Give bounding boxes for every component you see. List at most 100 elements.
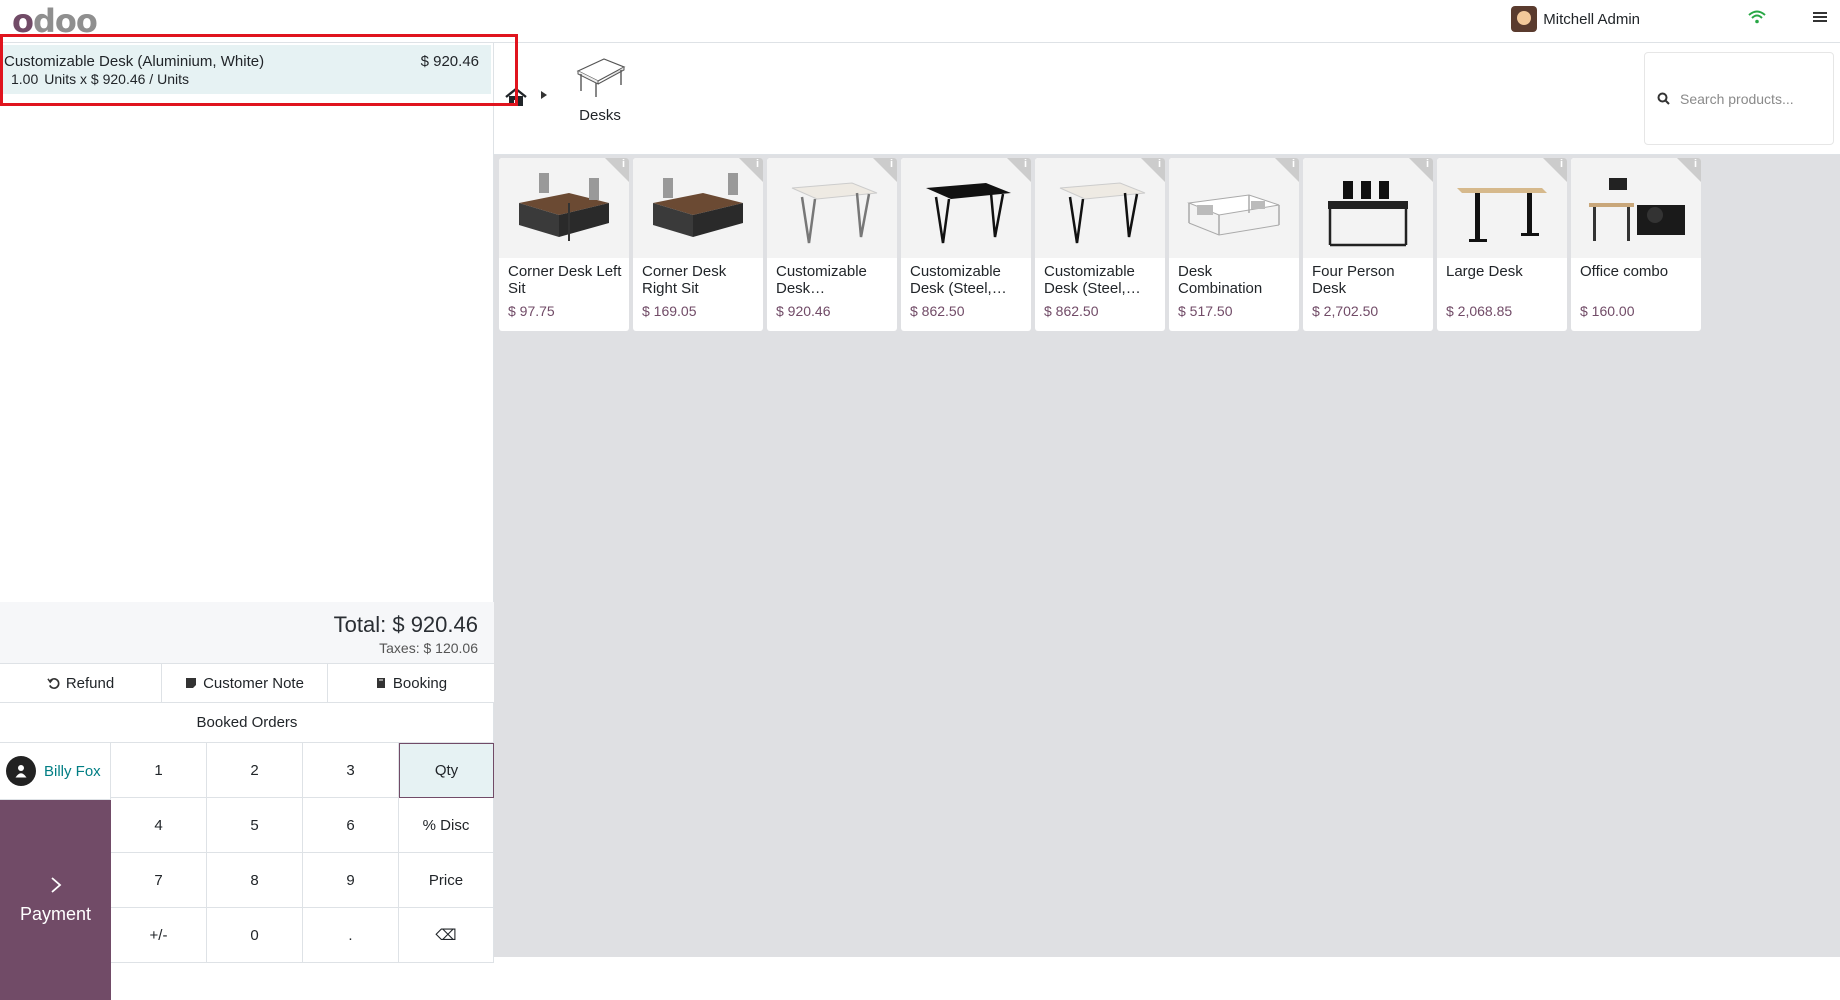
- info-corner: [1677, 158, 1701, 182]
- order-line-qty: 1.00: [11, 71, 39, 87]
- order-line-price: $ 920.46: [420, 53, 479, 70]
- payment-label: Payment: [19, 903, 92, 924]
- user-icon: [6, 756, 36, 786]
- info-corner: [605, 158, 629, 182]
- numpad-area: Billy Fox Payment 1 2 3 Qty 4 5 6 % Disc…: [0, 743, 494, 1000]
- payment-button[interactable]: Payment: [0, 800, 111, 1000]
- search-input[interactable]: [1680, 90, 1820, 107]
- product-name: Customizable Desk (Steel,…: [1044, 263, 1141, 297]
- user-avatar: [1511, 6, 1538, 32]
- numpad-key-dot[interactable]: .: [303, 908, 399, 963]
- product-pane: Desks i Corner Desk Left Sit $: [494, 43, 1840, 957]
- numpad-key-1[interactable]: 1: [111, 743, 207, 798]
- product-price: $ 160.00: [1580, 303, 1635, 319]
- wifi-icon[interactable]: [1748, 10, 1766, 29]
- order-total: Total: $ 920.46: [333, 612, 478, 637]
- numpad-key-4[interactable]: 4: [111, 798, 207, 853]
- search-icon: [1657, 92, 1670, 105]
- customer-button[interactable]: Billy Fox: [0, 743, 111, 800]
- product-card[interactable]: i Corner Desk Left Sit $ 97.75: [499, 158, 629, 331]
- info-icon[interactable]: i: [1694, 158, 1697, 170]
- order-totals: Total: $ 920.46 Taxes: $ 120.06: [0, 602, 494, 664]
- note-icon: [186, 678, 197, 688]
- numpad-key-6[interactable]: 6: [303, 798, 399, 853]
- undo-icon: [47, 677, 60, 689]
- product-name: Corner Desk Left Sit: [508, 263, 622, 297]
- info-icon[interactable]: i: [1426, 158, 1429, 170]
- info-icon[interactable]: i: [1158, 158, 1161, 170]
- booking-button[interactable]: Booking: [328, 664, 494, 702]
- order-line-selected[interactable]: Customizable Desk (Aluminium, White) $ 9…: [3, 45, 491, 94]
- numpad-key-5[interactable]: 5: [207, 798, 303, 853]
- product-card[interactable]: i Office combo $ 160.00: [1571, 158, 1701, 331]
- hamburger-menu-icon[interactable]: [1812, 10, 1828, 29]
- order-taxes: Taxes: $ 120.06: [379, 640, 478, 656]
- product-price: $ 169.05: [642, 303, 697, 319]
- book-icon: [376, 678, 385, 688]
- product-name: Corner Desk Right Sit: [642, 263, 727, 297]
- numpad-key-sign[interactable]: +/-: [111, 908, 207, 963]
- order-pane: Customizable Desk (Aluminium, White) $ 9…: [0, 43, 494, 1000]
- product-price: $ 2,702.50: [1312, 303, 1379, 319]
- chevron-right-icon: [50, 876, 61, 893]
- numpad-key-8[interactable]: 8: [207, 853, 303, 908]
- numpad-mode-qty[interactable]: Qty: [399, 743, 494, 798]
- product-name: Customizable Desk (Steel,…: [910, 263, 1007, 297]
- info-icon[interactable]: i: [1560, 158, 1563, 170]
- category-label: Desks: [579, 107, 621, 124]
- customer-note-button[interactable]: Customer Note: [162, 664, 328, 702]
- product-name: Large Desk: [1446, 263, 1523, 280]
- info-corner: [1409, 158, 1433, 182]
- top-bar: odoo Mitchell Admin: [0, 0, 1840, 43]
- product-card[interactable]: i Desk Combination $ 517.50: [1169, 158, 1299, 331]
- product-card[interactable]: i Corner Desk Right Sit $ 169.05: [633, 158, 763, 331]
- product-card[interactable]: i Customizable Desk… $ 920.46: [767, 158, 897, 331]
- numpad-key-9[interactable]: 9: [303, 853, 399, 908]
- product-header: Desks: [494, 43, 1840, 155]
- info-corner: [1275, 158, 1299, 182]
- info-icon[interactable]: i: [1292, 158, 1295, 170]
- product-price: $ 97.75: [508, 303, 555, 319]
- desk-category-icon: [576, 58, 626, 97]
- info-corner: [873, 158, 897, 182]
- booking-label: Booking: [392, 674, 448, 692]
- numpad-mode-disc[interactable]: % Disc: [399, 798, 494, 853]
- refund-button[interactable]: Refund: [0, 664, 162, 702]
- numpad: 1 2 3 Qty 4 5 6 % Disc 7 8 9 Price +/- 0…: [111, 743, 494, 1000]
- breadcrumb-caret-icon: [541, 91, 547, 102]
- odoo-logo: odoo: [12, 2, 98, 40]
- product-card[interactable]: i Customizable Desk (Steel,… $ 862.50: [1035, 158, 1165, 331]
- numpad-mode-price[interactable]: Price: [399, 853, 494, 908]
- info-corner: [739, 158, 763, 182]
- order-line-info: 1.00 Units x $ 920.46 / Units: [11, 71, 189, 87]
- customer-name: Billy Fox: [44, 762, 101, 780]
- product-price: $ 862.50: [1044, 303, 1099, 319]
- booked-orders-button[interactable]: Booked Orders: [0, 703, 494, 743]
- product-price: $ 862.50: [910, 303, 965, 319]
- product-card[interactable]: i Large Desk $ 2,068.85: [1437, 158, 1567, 331]
- customer-note-label: Customer Note: [203, 674, 304, 692]
- numpad-key-3[interactable]: 3: [303, 743, 399, 798]
- info-corner: [1543, 158, 1567, 182]
- numpad-key-0[interactable]: 0: [207, 908, 303, 963]
- product-name: Office combo: [1580, 263, 1669, 280]
- category-desks[interactable]: Desks: [564, 49, 636, 149]
- refund-label: Refund: [65, 674, 115, 692]
- product-price: $ 517.50: [1178, 303, 1233, 319]
- product-card[interactable]: i Four Person Desk $ 2,702.50: [1303, 158, 1433, 331]
- info-icon[interactable]: i: [756, 158, 759, 170]
- product-card[interactable]: i Customizable Desk (Steel,… $ 862.50: [901, 158, 1031, 331]
- order-line-name: Customizable Desk (Aluminium, White): [4, 53, 265, 70]
- home-icon[interactable]: [504, 87, 528, 112]
- numpad-key-7[interactable]: 7: [111, 853, 207, 908]
- info-icon[interactable]: i: [1024, 158, 1027, 170]
- info-icon[interactable]: i: [622, 158, 625, 170]
- info-corner: [1141, 158, 1165, 182]
- info-icon[interactable]: i: [890, 158, 893, 170]
- user-menu[interactable]: Mitchell Admin: [1511, 6, 1640, 32]
- user-name: Mitchell Admin: [1543, 10, 1640, 28]
- numpad-key-2[interactable]: 2: [207, 743, 303, 798]
- numpad-key-backspace[interactable]: ⌫: [399, 908, 494, 963]
- product-price: $ 920.46: [776, 303, 831, 319]
- search-box[interactable]: [1644, 52, 1834, 145]
